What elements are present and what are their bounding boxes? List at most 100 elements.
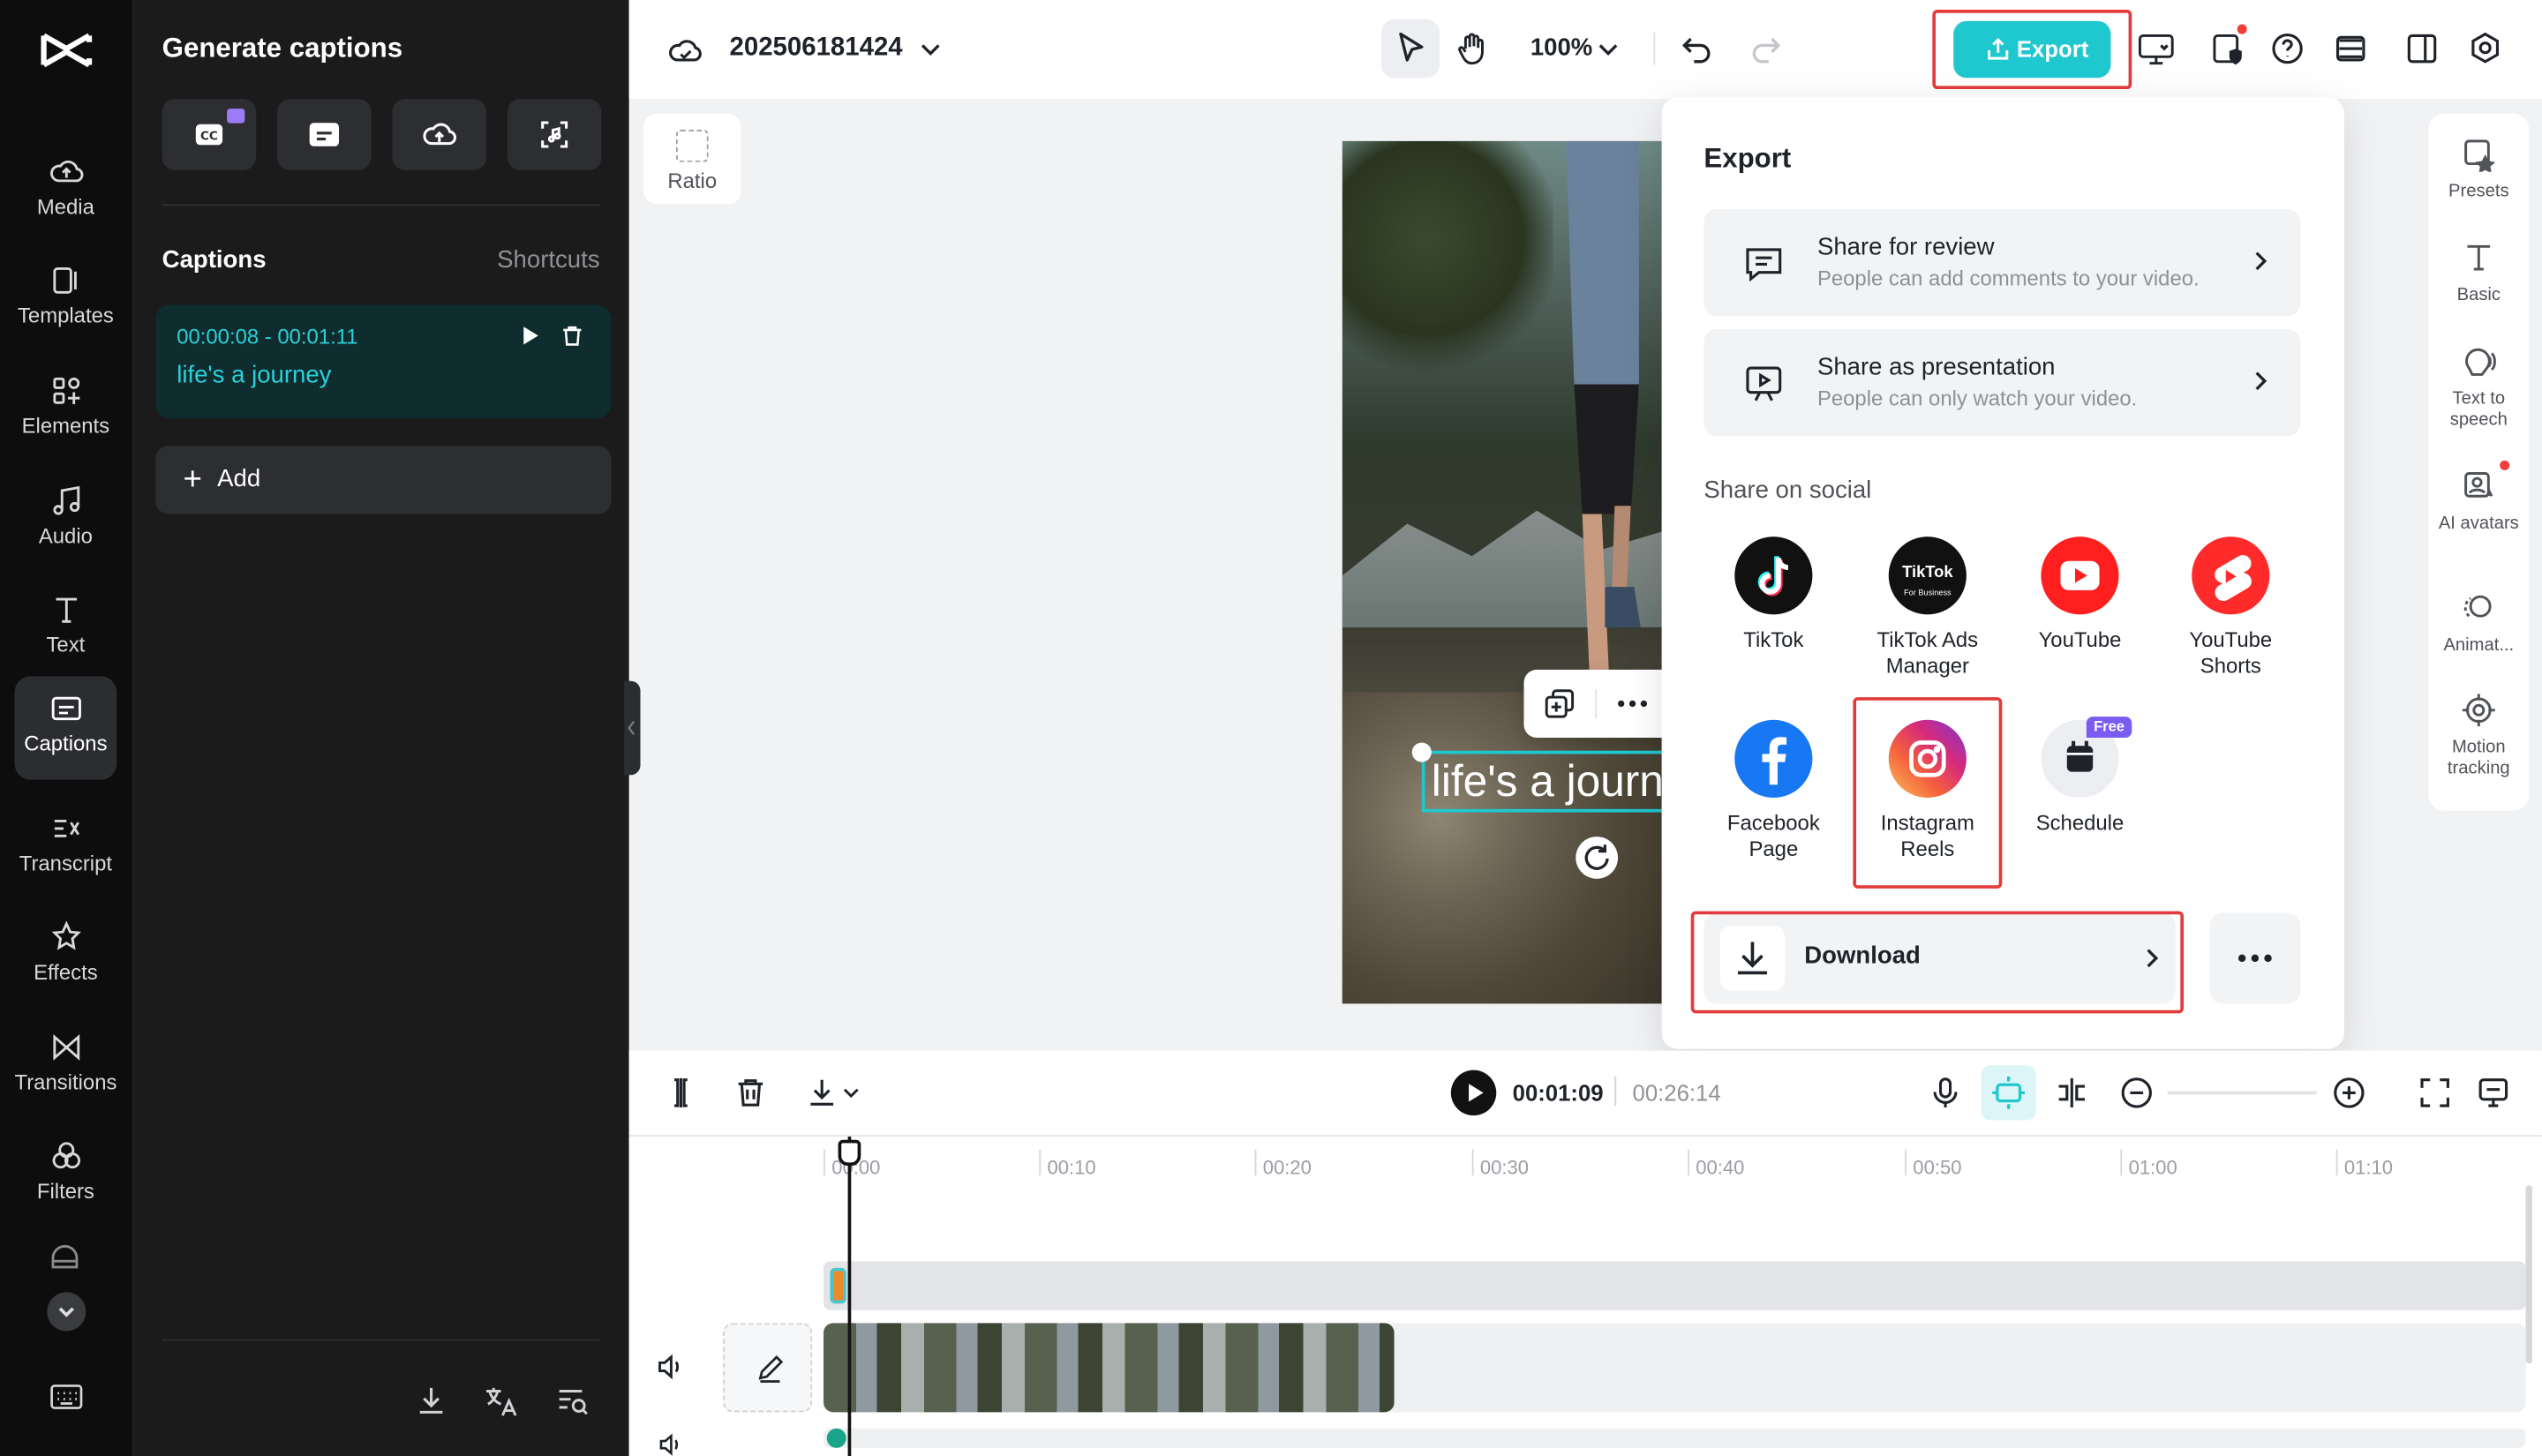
schedule-post-button[interactable]: Schedule	[2007, 719, 2153, 837]
ruler-tick	[1039, 1149, 1042, 1176]
more-rail-button[interactable]	[47, 1292, 86, 1332]
chevron-down-icon[interactable]	[839, 1078, 862, 1107]
split-icon[interactable]	[663, 1075, 698, 1110]
more-horizontal-icon[interactable]	[1616, 697, 1649, 710]
add-caption-button[interactable]: + Add	[155, 446, 612, 514]
ratio-button[interactable]: Ratio	[643, 113, 741, 205]
download-icon[interactable]	[804, 1075, 839, 1110]
select-tool-button[interactable]	[1380, 19, 1440, 79]
rail-item-audio[interactable]: Audio	[15, 469, 117, 569]
zoom-slider-track[interactable]	[2167, 1091, 2317, 1095]
shield-check-icon[interactable]	[2209, 31, 2245, 66]
rail-item-media[interactable]: Media	[15, 139, 117, 240]
share-tiktok-ads-button[interactable]: TikTok For Business TikTok Ads Manager	[1854, 537, 2000, 679]
undo-icon[interactable]	[1680, 31, 1715, 66]
redo-icon[interactable]	[1748, 31, 1783, 66]
panel-collapse-handle[interactable]	[624, 680, 641, 776]
microphone-icon[interactable]	[1928, 1075, 1963, 1110]
share-tiktok-button[interactable]: TikTok	[1701, 537, 1846, 653]
chevron-down-icon[interactable]	[916, 33, 945, 65]
rail-item-basic[interactable]: Basic	[2428, 240, 2529, 306]
more-export-options-button[interactable]	[2209, 912, 2301, 1004]
lyrics-captions-button[interactable]	[507, 99, 602, 170]
project-name[interactable]: 202506181424	[730, 34, 903, 64]
split-panel-icon[interactable]	[2404, 31, 2440, 66]
video-track[interactable]	[824, 1323, 2526, 1413]
rail-item-presets[interactable]: Presets	[2428, 136, 2529, 202]
timeline[interactable]: 00:00 00:10 00:20 00:30 00:40 00:50 01:0…	[628, 1135, 2542, 1456]
chevron-left-icon	[628, 720, 636, 736]
rail-item-effects[interactable]: Effects	[15, 904, 117, 1005]
layers-stack-icon[interactable]	[2333, 31, 2368, 66]
capcut-logo-icon[interactable]	[39, 26, 94, 74]
caption-item[interactable]: 00:00:08 - 00:01:11 life's a journey	[155, 304, 612, 419]
shortcuts-link[interactable]: Shortcuts	[497, 246, 599, 274]
rail-item-text-to-speech[interactable]: Text to speech	[2428, 344, 2529, 432]
caption-track[interactable]	[824, 1261, 2526, 1310]
volume-icon[interactable]	[655, 1352, 688, 1381]
premium-gem-icon	[227, 109, 245, 124]
caption-clip[interactable]	[830, 1267, 846, 1304]
play-icon[interactable]	[519, 324, 542, 347]
youtube-label: YouTube	[2038, 627, 2122, 652]
rail-item-animation[interactable]: Animat...	[2428, 590, 2529, 657]
rail-item-filters[interactable]: Filters	[15, 1123, 117, 1224]
rail-item-ai-avatars[interactable]: AI avatars	[2428, 469, 2529, 535]
auto-snap-button[interactable]	[1981, 1065, 2036, 1121]
cover-edit-button[interactable]	[723, 1323, 813, 1413]
chevron-down-icon[interactable]	[1595, 34, 1621, 64]
caption-overlay[interactable]: life's a journey	[1421, 750, 1666, 813]
rotate-handle[interactable]	[1576, 837, 1619, 879]
play-button[interactable]	[1450, 1069, 1497, 1116]
fullscreen-icon[interactable]	[2418, 1075, 2453, 1110]
caption-text[interactable]: life's a journey	[177, 362, 331, 389]
volume-icon[interactable]	[655, 1431, 688, 1456]
cloud-saved-icon[interactable]	[668, 33, 703, 68]
split-scene-icon[interactable]	[2054, 1075, 2089, 1110]
play-icon	[1469, 1084, 1484, 1102]
share-facebook-page-button[interactable]: Facebook Page	[1701, 719, 1846, 863]
settings-icon[interactable]	[2467, 31, 2502, 66]
keyboard-icon[interactable]	[49, 1381, 84, 1414]
share-youtube-button[interactable]: YouTube	[2007, 537, 2153, 653]
comment-screen-icon[interactable]	[2476, 1075, 2511, 1110]
playhead[interactable]	[847, 1137, 852, 1456]
rail-item-transcript[interactable]: Transcript	[15, 796, 117, 897]
resize-handle[interactable]	[1411, 742, 1432, 762]
rail-item-templates[interactable]: Templates	[15, 248, 117, 349]
rail-item-elements[interactable]: Elements	[15, 358, 117, 459]
audio-clip[interactable]	[826, 1428, 846, 1448]
translate-icon[interactable]	[483, 1383, 518, 1418]
screen-record-icon[interactable]	[2137, 31, 2176, 66]
share-as-presentation-button[interactable]: Share as presentation People can only wa…	[1703, 328, 2301, 437]
audio-track[interactable]	[824, 1428, 2526, 1448]
share-social-heading: Share on social	[1703, 477, 1872, 505]
tiktok-ads-label-2: Manager	[1885, 653, 1969, 679]
auto-captions-button[interactable]: CC	[162, 99, 257, 170]
timeline-scrollbar[interactable]	[2525, 1185, 2532, 1364]
brand-kit-icon[interactable]	[47, 1241, 82, 1276]
share-presentation-title: Share as presentation	[1816, 353, 2056, 381]
zoom-in-icon[interactable]	[2331, 1075, 2366, 1110]
share-youtube-shorts-button[interactable]: YouTube Shorts	[2158, 537, 2304, 679]
zoom-out-icon[interactable]	[2119, 1075, 2155, 1110]
zoom-level[interactable]: 100%	[1530, 34, 1592, 62]
share-for-review-button[interactable]: Share for review People can add comments…	[1703, 209, 2301, 317]
filters-icon	[51, 1142, 80, 1169]
rail-item-text[interactable]: Text	[15, 577, 117, 678]
trash-icon[interactable]	[733, 1075, 768, 1110]
search-list-icon[interactable]	[554, 1383, 590, 1418]
rail-item-captions[interactable]: Captions	[14, 676, 117, 780]
trash-icon[interactable]	[560, 324, 583, 347]
rail-item-transitions[interactable]: Transitions	[15, 1015, 117, 1115]
help-icon[interactable]	[2269, 31, 2305, 66]
add-caption-label: Add	[217, 465, 261, 493]
download-icon[interactable]	[413, 1383, 448, 1418]
playhead-handle[interactable]	[838, 1139, 861, 1167]
manual-captions-button[interactable]	[277, 99, 372, 170]
upload-captions-button[interactable]	[392, 99, 487, 170]
duplicate-icon[interactable]	[1544, 687, 1576, 720]
video-clip[interactable]	[824, 1323, 1395, 1413]
hand-tool-icon[interactable]	[1455, 31, 1490, 66]
rail-item-motion-tracking[interactable]: Motion tracking	[2428, 693, 2529, 780]
